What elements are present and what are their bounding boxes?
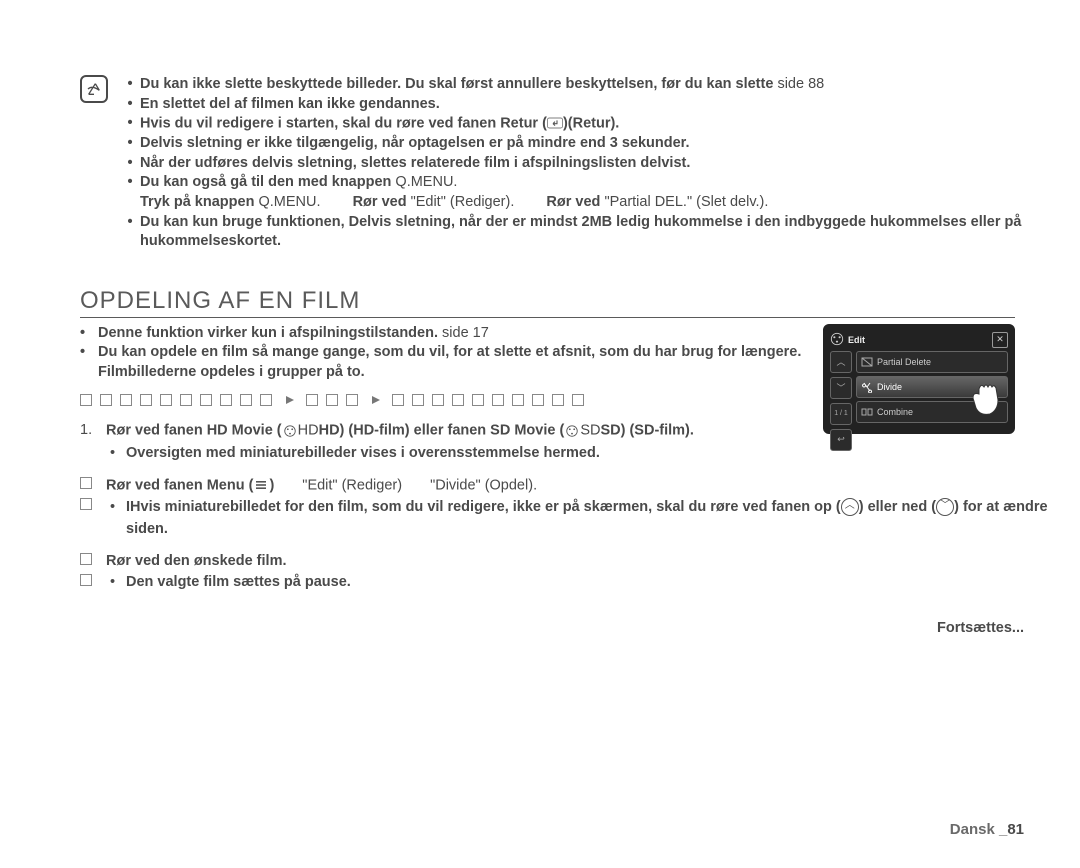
note-2: En slettet del af filmen kan ikke gendan… <box>140 95 1072 115</box>
note-6-sub-e: (Rediger). <box>446 194 519 210</box>
section-title: OPDELING AF EN FILM <box>80 287 1015 318</box>
device-item2-label: Divide <box>877 382 902 392</box>
note-4: Delvis sletning er ikke tilgængelig, når… <box>140 134 1072 154</box>
s2g: . <box>533 477 537 493</box>
note-6-sub-b: Q.MENU. <box>258 194 324 210</box>
note-6a: Du kan også gå til den med knappen <box>140 174 395 190</box>
device-item1-label: Partial Delete <box>877 357 931 367</box>
s2b: ) <box>269 477 278 493</box>
note-6b: Q.MENU. <box>395 174 457 190</box>
note-3b: )(Retur). <box>563 116 619 132</box>
s3a: Rør ved den ønskede film. <box>106 553 287 569</box>
footer-lang: Dansk _ <box>950 821 1008 838</box>
reel-icon <box>830 332 844 348</box>
device-item-divide[interactable]: Divide <box>856 376 1008 398</box>
device-title: Edit <box>848 335 865 345</box>
note-7: Du kan kun bruge funktionen, Delvis slet… <box>140 213 1072 252</box>
s2e: "Divide" <box>430 477 481 493</box>
device-down[interactable]: ﹀ <box>830 377 852 399</box>
s1a: Rør ved fanen HD Movie ( <box>106 423 282 439</box>
note-6-sub-c: Rør ved <box>353 194 411 210</box>
placeholder-boxes <box>80 394 810 410</box>
s1c: SD) (SD-film). <box>600 423 693 439</box>
device-item-partial-delete[interactable]: Partial Delete <box>856 351 1008 373</box>
note-icon <box>80 75 108 103</box>
s1-sub: Oversigten med miniaturebilleder vises i… <box>126 445 600 461</box>
s2-sub-a: IHvis miniaturebilledet for den film, so… <box>126 499 841 515</box>
movie-icon-2 <box>564 420 580 442</box>
note-3a: Hvis du vil redigere i starten, skal du … <box>140 116 547 132</box>
s2-sub-b: ) eller ned ( <box>859 499 936 515</box>
s3-sub: Den valgte film sættes på pause. <box>126 574 351 590</box>
device-item-combine[interactable]: Combine <box>856 401 1008 423</box>
note-6-sub-g: "Partial DEL." <box>604 194 692 210</box>
note-1b: side 88 <box>777 76 824 92</box>
content: •Du kan ikke slette beskyttede billeder.… <box>80 75 1080 604</box>
return-icon <box>547 114 563 134</box>
s2f: (Opdel) <box>481 477 533 493</box>
note-6-sub-a: Tryk på knappen <box>140 194 258 210</box>
s1b: HD) (HD-film) eller fanen SD Movie ( <box>319 423 565 439</box>
device-page: 1 / 1 <box>830 403 852 425</box>
footer-page-number: 81 <box>1007 821 1024 838</box>
note-6-sub-h: (Slet delv.). <box>692 194 768 210</box>
device-up[interactable]: ︿ <box>830 351 852 373</box>
device-item3-label: Combine <box>877 407 913 417</box>
up-arrow-icon: ︿ <box>841 498 859 516</box>
continued-label: Fortsættes... <box>937 620 1024 636</box>
device-back[interactable]: ↩ <box>830 429 852 451</box>
note-6-sub-d: "Edit" <box>411 194 446 210</box>
note-6-sub-f: Rør ved <box>546 194 604 210</box>
notes-list: •Du kan ikke slette beskyttede billeder.… <box>120 75 1072 252</box>
movie-icon <box>282 420 298 442</box>
intro: •Denne funktion virker kun i afspilnings… <box>80 324 810 383</box>
down-arrow-icon: ﹀ <box>936 498 954 516</box>
note-1a: Du kan ikke slette beskyttede billeder. … <box>140 76 773 92</box>
menu-icon <box>253 475 269 497</box>
device-screenshot: Edit ✕ ︿ ﹀ 1 / 1 ↩ Partial Delete <box>823 324 1015 434</box>
device-close[interactable]: ✕ <box>992 332 1008 348</box>
note-5: Når der udføres delvis sletning, slettes… <box>140 154 1072 174</box>
s2c: "Edit" <box>302 477 337 493</box>
s2a: Rør ved fanen Menu ( <box>106 477 253 493</box>
page-footer: Dansk _81 <box>950 821 1024 838</box>
intro-2: Du kan opdele en film så mange gange, so… <box>98 343 810 382</box>
intro-1a: Denne funktion virker kun i afspilningst… <box>98 325 442 341</box>
s2d: (Rediger) <box>338 477 407 493</box>
intro-1b: side 17 <box>442 325 489 341</box>
